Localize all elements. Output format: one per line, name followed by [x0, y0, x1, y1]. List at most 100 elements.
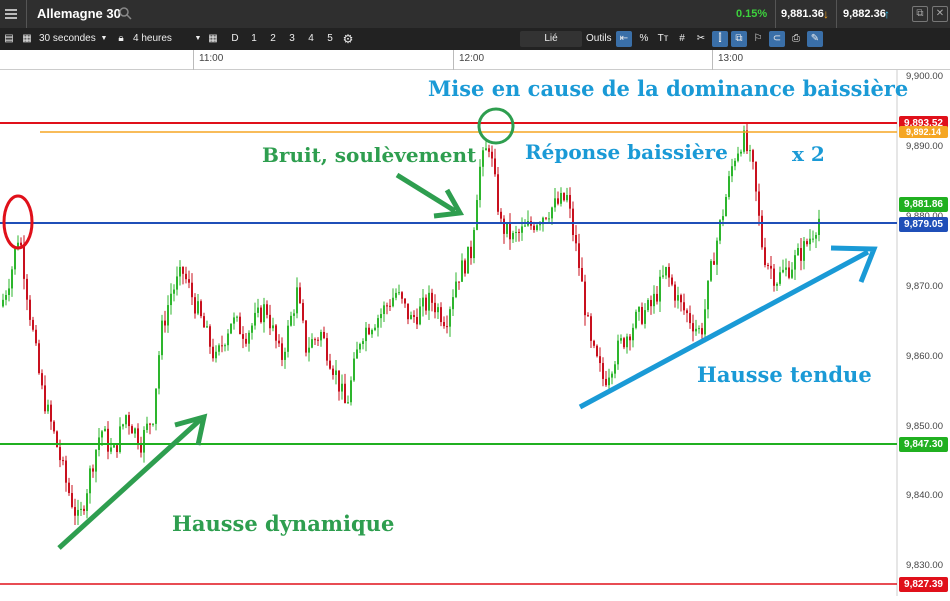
- popout-icon[interactable]: ⧉: [912, 6, 928, 22]
- bid-arrow-icon: ↓: [823, 7, 829, 21]
- candle-body: [593, 340, 595, 346]
- list-icon[interactable]: ▤: [2, 31, 16, 47]
- candle-body: [818, 218, 820, 236]
- candle-body: [236, 316, 238, 318]
- candle-body: [338, 370, 340, 392]
- candle-body: [602, 363, 604, 379]
- candle-body: [611, 373, 613, 378]
- level-label-green: 9,847.30: [899, 437, 948, 452]
- candle-body: [170, 293, 172, 306]
- candle-body: [11, 269, 13, 289]
- candle-body: [482, 150, 484, 167]
- candle-body: [248, 332, 250, 344]
- draw-tool-icon[interactable]: ✎: [807, 31, 823, 47]
- mode-4-button[interactable]: 4: [303, 31, 319, 47]
- interval-select[interactable]: 30 secondes: [39, 31, 96, 47]
- candle-body: [167, 305, 169, 326]
- candle-body: [416, 316, 418, 325]
- candle-body: [41, 373, 43, 386]
- gear-icon[interactable]: ⚙: [341, 31, 355, 47]
- candle-body: [659, 276, 661, 302]
- indicator-icon[interactable]: ⚐: [750, 31, 766, 47]
- mode-1-button[interactable]: 1: [246, 31, 262, 47]
- candle-body: [764, 247, 766, 266]
- mode-5-button[interactable]: 5: [322, 31, 338, 47]
- candle-body: [518, 231, 520, 233]
- candle-body: [671, 277, 673, 285]
- candle-body: [578, 243, 580, 268]
- candle-body: [440, 307, 442, 323]
- alert-icon[interactable]: ⊂: [769, 31, 785, 47]
- candle-body: [431, 292, 433, 303]
- candle-body: [104, 428, 106, 432]
- candle-body: [395, 292, 397, 298]
- candle-body: [284, 351, 286, 360]
- mode-2-button[interactable]: 2: [265, 31, 281, 47]
- search-icon[interactable]: [118, 0, 134, 28]
- candle-body: [689, 313, 691, 324]
- candle-body: [125, 415, 127, 425]
- candle-body: [812, 238, 814, 240]
- candle-body: [761, 215, 763, 248]
- candle-body: [53, 421, 55, 432]
- candle-body: [356, 349, 358, 359]
- candle-body: [743, 130, 745, 152]
- mode-d-button[interactable]: D: [227, 31, 243, 47]
- calendar-icon[interactable]: ▦: [207, 31, 219, 47]
- close-icon[interactable]: ✕: [932, 6, 948, 22]
- calendar-icon[interactable]: ▦: [20, 31, 34, 47]
- lock-icon[interactable]: 🔒︎: [116, 31, 126, 47]
- crosshair-icon[interactable]: ⇤: [616, 31, 632, 47]
- range-select[interactable]: 4 heures: [133, 31, 172, 47]
- candle-body: [725, 197, 727, 217]
- text-tool-button[interactable]: Tт: [655, 31, 671, 47]
- candle-body: [83, 508, 85, 511]
- menu-icon[interactable]: [4, 0, 20, 28]
- mode-3-button[interactable]: 3: [284, 31, 300, 47]
- candle-body: [14, 248, 16, 270]
- candle-body: [308, 347, 310, 353]
- candle-body: [434, 302, 436, 313]
- bid-price[interactable]: 9,881.36: [781, 0, 824, 28]
- candle-body: [35, 329, 37, 344]
- chevron-down-icon[interactable]: ▼: [194, 31, 202, 47]
- candle-body: [746, 130, 748, 152]
- candle-body: [200, 301, 202, 317]
- ask-price[interactable]: 9,882.36: [843, 0, 886, 28]
- candle-body: [626, 336, 628, 348]
- candle-body: [584, 281, 586, 316]
- candle-body: [677, 295, 679, 301]
- candle-body: [65, 460, 67, 483]
- candle-body: [245, 338, 247, 344]
- candle-body: [257, 307, 259, 313]
- scissors-icon[interactable]: ✂: [693, 31, 709, 47]
- linked-button[interactable]: Lié: [520, 31, 582, 47]
- candle-body: [662, 275, 664, 277]
- candle-body: [623, 338, 625, 348]
- candle-body: [524, 225, 526, 227]
- time-tick-label: 12:00: [459, 53, 485, 64]
- price-chart[interactable]: Mise en cause de la dominance baissière …: [0, 70, 950, 596]
- candle-body: [92, 468, 94, 472]
- chevron-down-icon[interactable]: ▼: [100, 31, 108, 47]
- candle-body: [164, 320, 166, 326]
- grid-icon[interactable]: #: [674, 31, 690, 47]
- candle-body: [758, 191, 760, 216]
- candle-body: [134, 428, 136, 434]
- print-icon[interactable]: ⎙: [788, 31, 804, 47]
- candle-body: [791, 269, 793, 278]
- candle-body: [782, 269, 784, 273]
- percent-button[interactable]: %: [636, 31, 652, 47]
- compare-icon[interactable]: ⧉: [731, 31, 747, 47]
- candle-body: [173, 289, 175, 294]
- candle-body: [470, 246, 472, 259]
- candle-body: [674, 284, 676, 301]
- last-price-label: 9,881.86: [899, 197, 948, 212]
- candle-body: [704, 309, 706, 335]
- candle-icon[interactable]: ⫿: [712, 31, 728, 47]
- candle-body: [305, 320, 307, 353]
- time-tick-line: [712, 50, 713, 70]
- candle-body: [632, 327, 634, 341]
- candle-body: [299, 287, 301, 304]
- price-tick: 9,850.00: [906, 421, 943, 432]
